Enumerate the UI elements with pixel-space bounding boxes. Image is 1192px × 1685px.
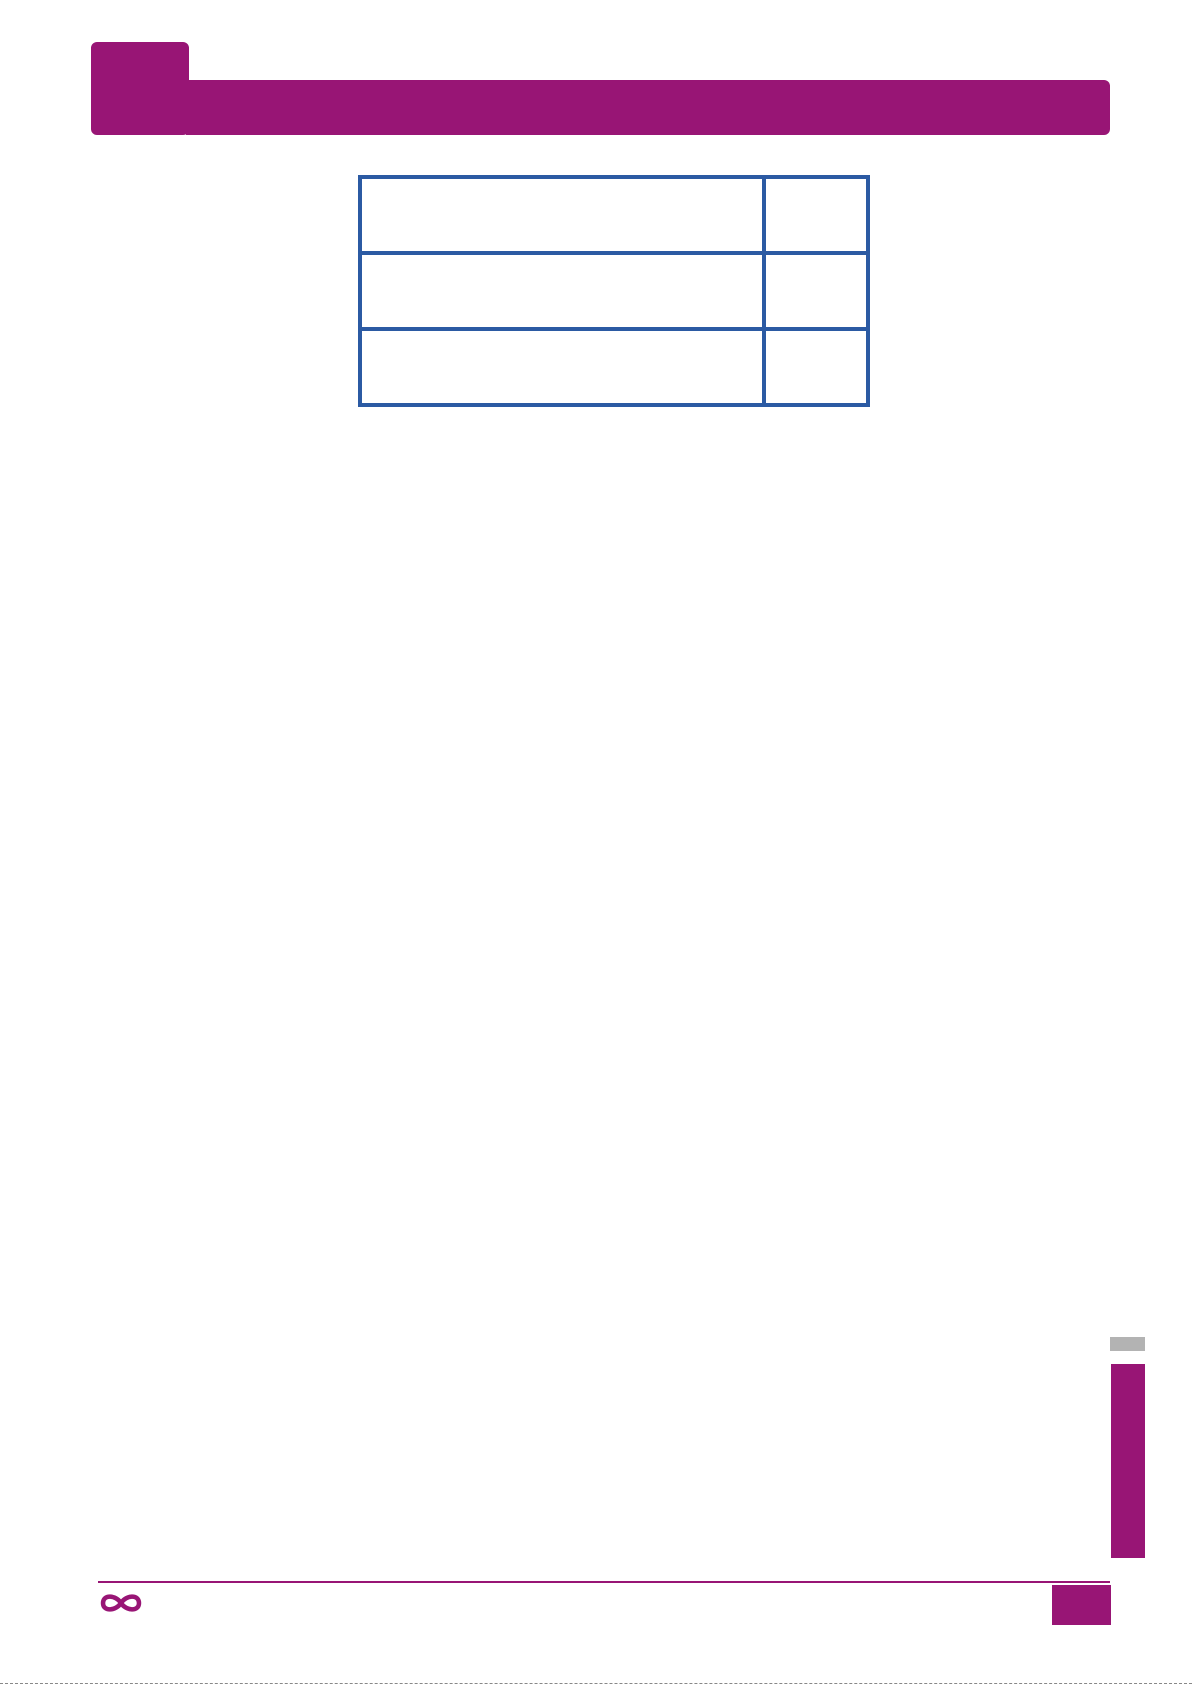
table-cell-label bbox=[358, 251, 766, 331]
table-cell-label bbox=[358, 327, 766, 407]
score-table bbox=[358, 175, 870, 407]
side-tab-purple-marker bbox=[1111, 1364, 1145, 1558]
table-row bbox=[358, 175, 870, 255]
table-cell-value bbox=[762, 251, 870, 331]
infinity-icon bbox=[100, 1594, 142, 1612]
page-number-box bbox=[1052, 1585, 1111, 1625]
table-cell-value bbox=[762, 175, 870, 255]
table-cell-value bbox=[762, 327, 870, 407]
table-row bbox=[358, 327, 870, 407]
table-cell-label bbox=[358, 175, 766, 255]
side-tab-grey-marker bbox=[1110, 1337, 1145, 1351]
table-row bbox=[358, 251, 870, 331]
footer-divider bbox=[98, 1581, 1110, 1583]
chapter-title-bar bbox=[186, 80, 1110, 135]
chapter-number-box bbox=[90, 41, 190, 136]
